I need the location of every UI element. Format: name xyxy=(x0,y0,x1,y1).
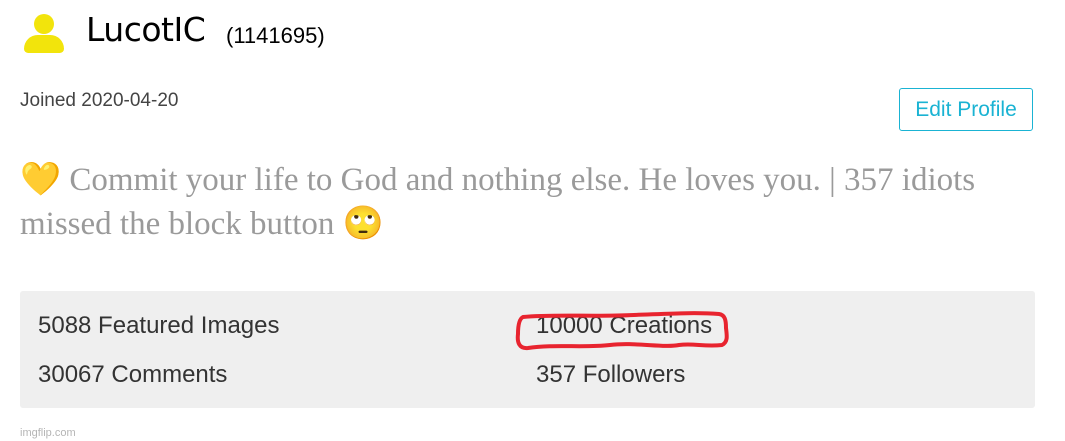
user-avatar-icon[interactable] xyxy=(22,14,66,54)
avatar-head xyxy=(34,14,54,34)
profile-username: LucotIC xyxy=(86,10,206,49)
stat-featured-images[interactable]: 5088 Featured Images xyxy=(38,312,280,340)
stat-comments[interactable]: 30067 Comments xyxy=(38,361,227,389)
profile-user-id: (1141695) xyxy=(226,23,325,48)
yellow-heart-emoji: 💛 xyxy=(20,162,62,198)
avatar-body xyxy=(24,35,64,53)
profile-bio: 💛 Commit your life to God and nothing el… xyxy=(20,158,1020,246)
joined-date: Joined 2020-04-20 xyxy=(20,90,179,111)
eye-roll-emoji: 🙄 xyxy=(342,206,384,242)
profile-stats-panel: 5088 Featured Images 10000 Creations 300… xyxy=(20,291,1035,408)
stat-followers[interactable]: 357 Followers xyxy=(536,361,685,389)
imgflip-watermark: imgflip.com xyxy=(20,427,76,439)
bio-text: Commit your life to God and nothing else… xyxy=(20,162,976,242)
red-highlight-annotation xyxy=(515,311,729,351)
edit-profile-button[interactable]: Edit Profile xyxy=(899,88,1033,131)
